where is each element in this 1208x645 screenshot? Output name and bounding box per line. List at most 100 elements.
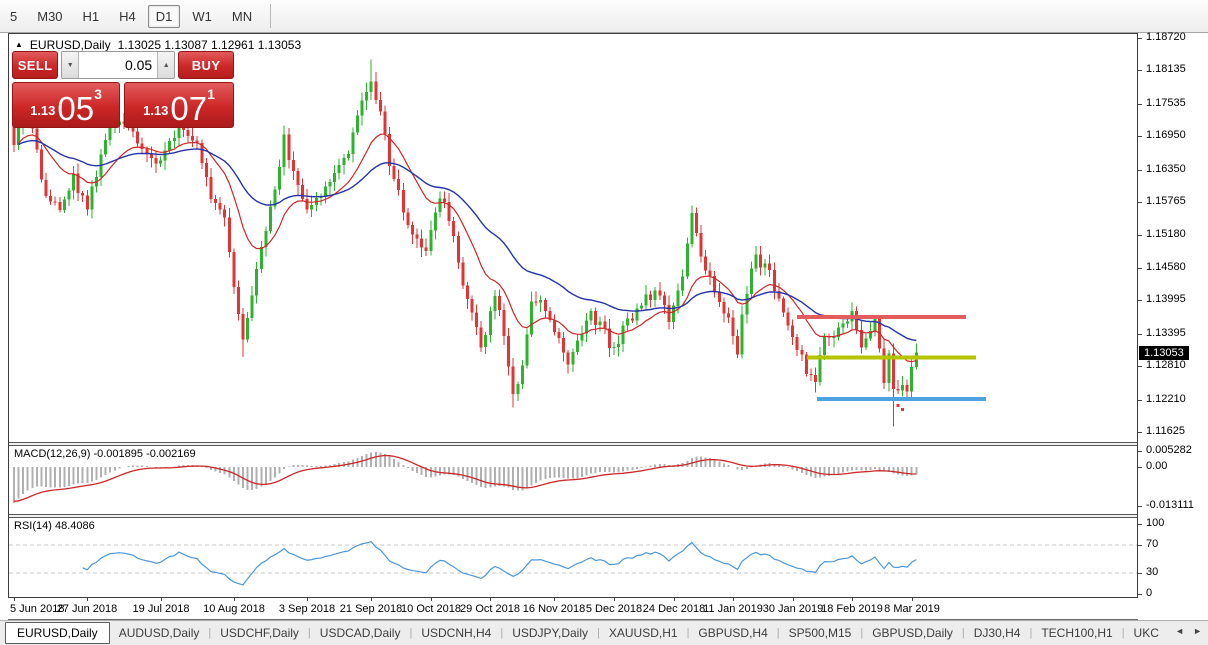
date-tick-label: 10 Aug 2018 <box>203 603 265 615</box>
timeframe-button-mn[interactable]: MN <box>224 5 260 28</box>
price-tick-mark <box>1138 300 1142 301</box>
price-tick-mark <box>1138 432 1142 433</box>
date-tick-label: 24 Dec 2018 <box>643 603 705 615</box>
toolbar-separator <box>270 4 271 28</box>
price-tick-label: 1.12810 <box>1146 359 1186 371</box>
sell-button[interactable]: SELL <box>12 51 58 79</box>
tab-scroll-arrows: ◄► <box>1175 626 1202 636</box>
timeframe-button-d1[interactable]: D1 <box>148 5 181 28</box>
tab-gbpusd-h4[interactable]: GBPUSD,H4 <box>689 623 776 643</box>
tab-usdchf-daily[interactable]: USDCHF,Daily <box>211 623 308 643</box>
date-tick-label: 5 Dec 2018 <box>586 603 642 615</box>
macd-tick-label: -0.013111 <box>1146 499 1194 511</box>
price-tick-mark <box>1138 38 1142 39</box>
date-tick-label: 27 Jun 2018 <box>57 603 118 615</box>
macd-tick-label: 0.005282 <box>1146 444 1192 456</box>
date-tick-label: 10 Oct 2018 <box>401 603 461 615</box>
date-tick-mark <box>733 598 734 601</box>
buy-price-prefix: 1.13 <box>143 103 168 118</box>
price-tick-mark <box>1138 268 1142 269</box>
timeframe-button-m30[interactable]: M30 <box>29 5 70 28</box>
date-tick-label: 19 Jul 2018 <box>133 603 190 615</box>
sell-price-tile[interactable]: 1.13 05 3 <box>12 82 120 128</box>
macd-tick-mark <box>1138 506 1142 507</box>
tab-ukc[interactable]: UKC <box>1125 623 1168 643</box>
price-tick-mark <box>1138 235 1142 236</box>
tab-usdcnh-h4[interactable]: USDCNH,H4 <box>412 623 500 643</box>
rsi-tick-label: 100 <box>1146 517 1164 529</box>
date-tick-mark <box>14 598 15 601</box>
price-tick-mark <box>1138 170 1142 171</box>
date-tick-label: 29 Oct 2018 <box>460 603 520 615</box>
date-tick-mark <box>161 598 162 601</box>
tab-xauusd-h1[interactable]: XAUUSD,H1 <box>600 623 687 643</box>
sell-price-big-digits: 05 <box>57 94 94 124</box>
date-tick-mark <box>87 598 88 601</box>
rsi-pane-canvas[interactable] <box>9 518 1137 596</box>
price-tick-label: 1.17535 <box>1146 97 1186 109</box>
date-tick-label: 11 Jan 2019 <box>703 603 763 615</box>
price-tick-label: 1.13995 <box>1146 293 1186 305</box>
timeframe-button-5[interactable]: 5 <box>2 5 25 28</box>
tab-usdjpy-daily[interactable]: USDJPY,Daily <box>503 623 597 643</box>
chart-tab-bar: EURUSD,DailyAUDUSD,Daily|USDCHF,Daily|US… <box>0 620 1208 645</box>
macd-tick-mark <box>1138 451 1142 452</box>
buy-price-big-digits: 07 <box>170 94 207 124</box>
chart-title: ▲ EURUSD,Daily 1.13025 1.13087 1.12961 1… <box>15 38 301 52</box>
rsi-tick-mark <box>1138 573 1142 574</box>
collapse-triangle-icon[interactable]: ▲ <box>15 41 23 49</box>
date-tick-mark <box>307 598 308 601</box>
volume-input[interactable] <box>79 52 157 78</box>
macd-tick-mark <box>1138 467 1142 468</box>
rsi-tick-label: 30 <box>1146 566 1158 578</box>
date-tick-label: 3 Sep 2018 <box>279 603 335 615</box>
price-tick-mark <box>1138 136 1142 137</box>
price-tick-label: 1.16950 <box>1146 129 1186 141</box>
price-tick-label: 1.15180 <box>1146 228 1186 240</box>
tab-sp500-m15[interactable]: SP500,M15 <box>780 623 861 643</box>
current-price-tag: 1.13053 <box>1139 346 1189 360</box>
rsi-tick-label: 0 <box>1146 587 1152 599</box>
volume-decrease-icon[interactable]: ▼ <box>62 52 79 78</box>
date-tick-mark <box>431 598 432 601</box>
tab-usdcad-daily[interactable]: USDCAD,Daily <box>311 623 410 643</box>
buy-price-pip-digit: 1 <box>207 86 215 102</box>
date-tick-mark <box>852 598 853 601</box>
price-tick-mark <box>1138 70 1142 71</box>
volume-increase-icon[interactable]: ▲ <box>157 52 174 78</box>
tab-scroll-right-icon[interactable]: ► <box>1193 626 1202 636</box>
date-tick-mark <box>554 598 555 601</box>
price-tick-label: 1.12210 <box>1146 393 1186 405</box>
date-tick-label: 21 Sep 2018 <box>340 603 402 615</box>
trading-platform-window: 5M30H1H4D1W1MN ▲ EURUSD,Daily 1.13025 1.… <box>0 0 1208 645</box>
buy-button[interactable]: BUY <box>178 51 234 79</box>
tab-eurusd-daily[interactable]: EURUSD,Daily <box>5 622 110 644</box>
tab-gbpusd-daily[interactable]: GBPUSD,Daily <box>863 623 962 643</box>
one-click-trading-widget: SELL ▼ ▲ BUY 1.13 05 3 1.13 07 1 <box>12 51 234 128</box>
price-tick-mark <box>1138 104 1142 105</box>
tab-scroll-left-icon[interactable]: ◄ <box>1175 626 1184 636</box>
rsi-tick-mark <box>1138 524 1142 525</box>
price-tick-mark <box>1138 202 1142 203</box>
price-tick-label: 1.18135 <box>1146 63 1186 75</box>
date-tick-label: 8 Mar 2019 <box>884 603 940 615</box>
chart-ohlc-readout: 1.13025 1.13087 1.12961 1.13053 <box>118 38 302 52</box>
date-tick-label: 18 Feb 2019 <box>821 603 883 615</box>
tab-audusd-daily[interactable]: AUDUSD,Daily <box>110 623 209 643</box>
macd-tick-label: 0.00 <box>1146 460 1167 472</box>
price-tick-mark <box>1138 366 1142 367</box>
macd-label: MACD(12,26,9) -0.001895 -0.002169 <box>14 448 196 460</box>
price-tick-mark <box>1138 400 1142 401</box>
buy-price-tile[interactable]: 1.13 07 1 <box>124 82 234 128</box>
tab-dj30-h4[interactable]: DJ30,H4 <box>965 623 1030 643</box>
timeframe-button-h1[interactable]: H1 <box>75 5 108 28</box>
price-tick-label: 1.16350 <box>1146 163 1186 175</box>
rsi-tick-mark <box>1138 594 1142 595</box>
date-tick-mark <box>674 598 675 601</box>
date-tick-mark <box>371 598 372 601</box>
date-tick-mark <box>490 598 491 601</box>
date-tick-mark <box>912 598 913 601</box>
timeframe-button-h4[interactable]: H4 <box>111 5 144 28</box>
timeframe-button-w1[interactable]: W1 <box>184 5 220 28</box>
tab-tech100-h1[interactable]: TECH100,H1 <box>1032 623 1121 643</box>
